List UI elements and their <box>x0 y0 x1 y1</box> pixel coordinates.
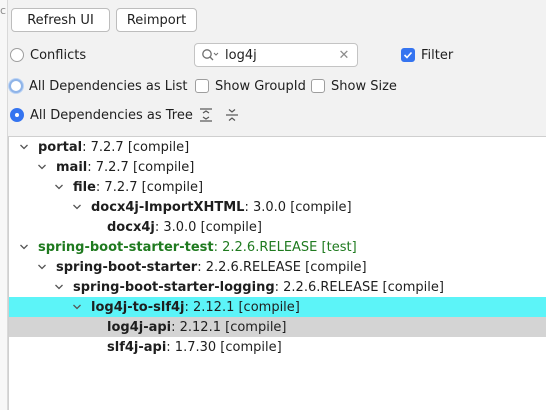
chevron-down-icon[interactable] <box>37 162 47 172</box>
node-name: slf4j-api <box>107 339 167 355</box>
tree-node-slf4j-api[interactable]: slf4j-api : 1.7.30 [compile] <box>9 337 546 357</box>
left-panel-edge: c <box>0 0 8 410</box>
list-view-label: All Dependencies as List <box>29 78 188 94</box>
node-version: : 7.2.7 [compile] <box>82 139 190 155</box>
show-groupid-label: Show GroupId <box>215 78 306 94</box>
node-name: mail <box>56 159 88 175</box>
chevron-down-icon[interactable] <box>19 242 29 252</box>
reimport-button[interactable]: Reimport <box>116 8 197 32</box>
collapse-all-icon[interactable] <box>223 106 241 124</box>
node-version: : 1.7.30 [compile] <box>166 339 282 355</box>
node-name: portal <box>38 139 83 155</box>
conflicts-label: Conflicts <box>30 47 87 63</box>
node-name: log4j-to-slf4j <box>91 299 185 315</box>
node-name: spring-boot-starter-test <box>38 239 214 255</box>
show-size-checkbox[interactable] <box>311 79 325 93</box>
tree-view-option[interactable]: All Dependencies as Tree <box>10 105 193 125</box>
show-groupid-checkbox[interactable] <box>195 79 209 93</box>
tree-view-radio[interactable] <box>10 108 24 122</box>
chevron-down-icon[interactable] <box>72 302 82 312</box>
conflicts-radio[interactable] <box>10 48 24 62</box>
tree-view-label: All Dependencies as Tree <box>30 107 193 123</box>
chevron-down-icon[interactable] <box>72 202 82 212</box>
node-version: : 2.2.6.RELEASE [compile] <box>197 259 367 275</box>
node-name: docx4j <box>107 219 155 235</box>
expand-all-icon[interactable] <box>197 106 215 124</box>
node-version: : 3.0.0 [compile] <box>244 199 352 215</box>
chevron-down-icon[interactable] <box>37 262 47 272</box>
node-version: : 7.2.7 [compile] <box>95 179 204 195</box>
tree-node-log4j-to-slf4j[interactable]: log4j-to-slf4j : 2.12.1 [compile] <box>9 297 546 317</box>
tree-node-log4j-api[interactable]: log4j-api : 2.12.1 [compile] <box>9 317 546 337</box>
tree-node-spring-boot-starter[interactable]: spring-boot-starter : 2.2.6.RELEASE [com… <box>9 257 546 277</box>
filter-checkbox[interactable] <box>401 48 415 62</box>
tree-node-mail[interactable]: mail : 7.2.7 [compile] <box>9 157 546 177</box>
maven-helper-panel: c Refresh UI Reimport Conflicts ✕ Filter <box>0 0 546 410</box>
node-version: : 2.2.6.RELEASE [test] <box>213 239 357 255</box>
node-name: spring-boot-starter-logging <box>73 279 275 295</box>
node-version: : 7.2.7 [compile] <box>87 159 195 175</box>
show-size-option[interactable]: Show Size <box>311 76 397 96</box>
search-icon[interactable] <box>199 48 221 62</box>
node-version: : 2.2.6.RELEASE [compile] <box>274 279 444 295</box>
tree-node-file[interactable]: file : 7.2.7 [compile] <box>9 177 546 197</box>
node-version: : 3.0.0 [compile] <box>154 219 262 235</box>
node-name: file <box>73 179 96 195</box>
dependency-tree[interactable]: portal : 7.2.7 [compile] mail : 7.2.7 [c… <box>8 136 546 410</box>
show-groupid-option[interactable]: Show GroupId <box>195 76 306 96</box>
chevron-down-icon[interactable] <box>54 282 64 292</box>
node-version: : 2.12.1 [compile] <box>184 299 300 315</box>
node-name: docx4j-ImportXHTML <box>91 199 245 215</box>
checkmark-icon <box>403 51 413 59</box>
filter-label: Filter <box>421 47 454 63</box>
tree-node-portal[interactable]: portal : 7.2.7 [compile] <box>9 137 546 157</box>
search-input[interactable] <box>221 47 325 63</box>
node-name: log4j-api <box>107 319 172 335</box>
tree-node-docx4j-importxhtml[interactable]: docx4j-ImportXHTML : 3.0.0 [compile] <box>9 197 546 217</box>
node-name: spring-boot-starter <box>56 259 198 275</box>
left-panel-edge-char: c <box>0 4 7 17</box>
filter-option[interactable]: Filter <box>401 45 453 65</box>
list-view-option[interactable]: All Dependencies as List <box>9 76 188 96</box>
tree-node-spring-boot-starter-logging[interactable]: spring-boot-starter-logging : 2.2.6.RELE… <box>9 277 546 297</box>
tree-node-spring-boot-starter-test[interactable]: spring-boot-starter-test : 2.2.6.RELEASE… <box>9 237 546 257</box>
refresh-ui-button[interactable]: Refresh UI <box>11 8 110 32</box>
search-field[interactable]: ✕ <box>194 43 358 67</box>
show-size-label: Show Size <box>331 78 397 94</box>
conflicts-option[interactable]: Conflicts <box>10 45 86 65</box>
list-view-radio[interactable] <box>9 79 23 93</box>
chevron-down-icon[interactable] <box>19 142 29 152</box>
tree-node-docx4j[interactable]: docx4j : 3.0.0 [compile] <box>9 217 546 237</box>
chevron-down-icon[interactable] <box>54 182 64 192</box>
clear-search-icon[interactable]: ✕ <box>337 48 351 63</box>
node-version: : 2.12.1 [compile] <box>171 319 287 335</box>
